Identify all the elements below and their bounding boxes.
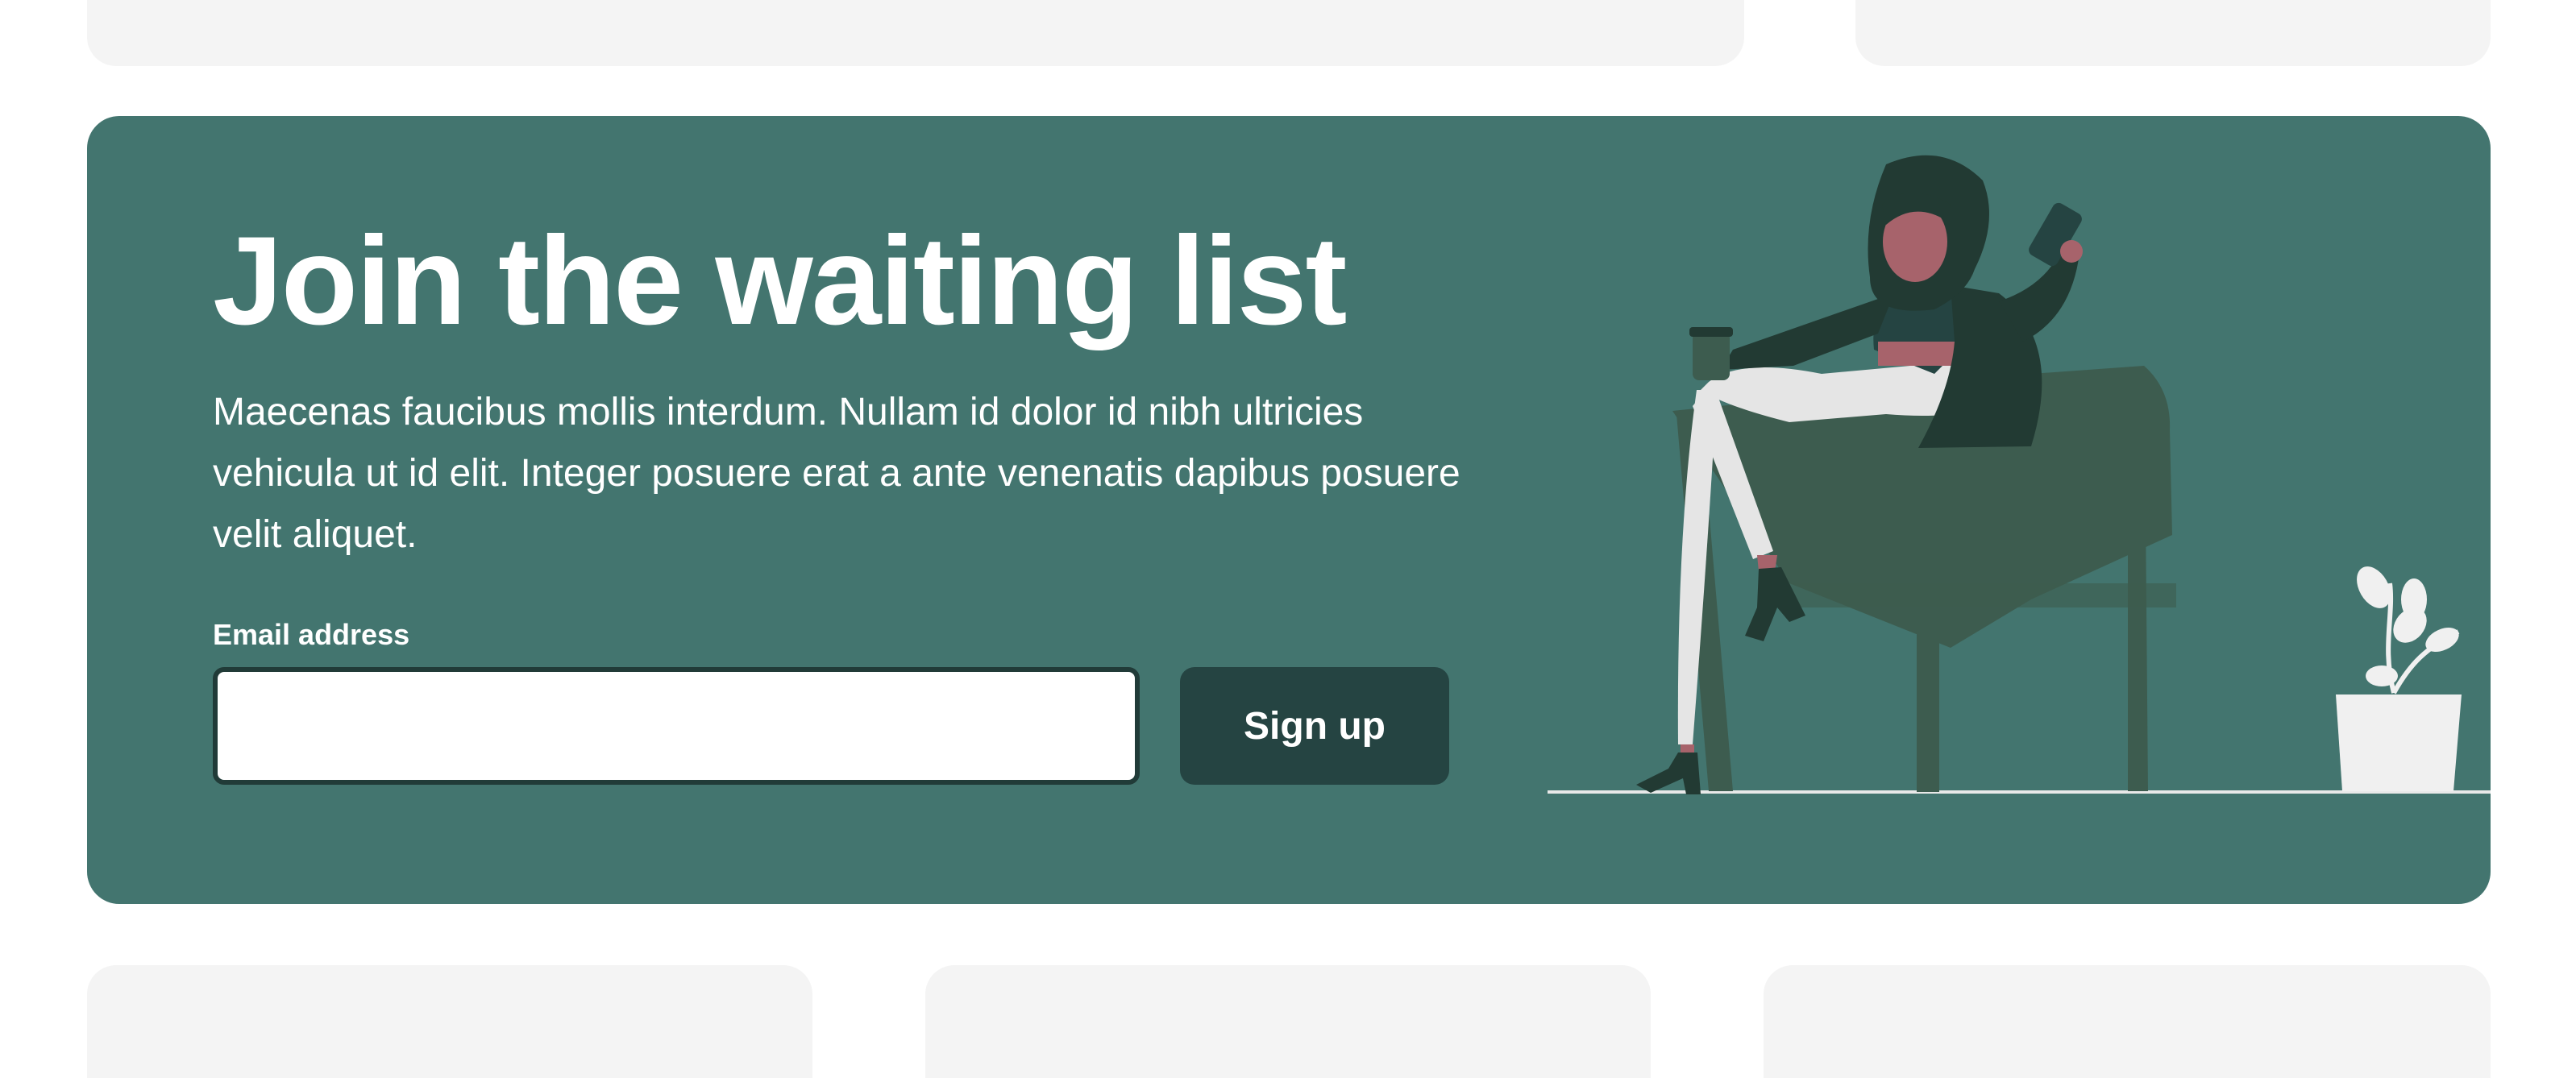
placeholder-card-top-right [1855,0,2491,66]
placeholder-card-bottom-3 [1764,965,2491,1078]
signup-form: Sign up [213,667,1543,785]
waiting-list-banner: Join the waiting list Maecenas faucibus … [87,116,2491,904]
banner-title: Join the waiting list [213,211,1347,351]
banner-content: Join the waiting list Maecenas faucibus … [213,213,1543,785]
email-label: Email address [213,618,410,651]
banner-description: Maecenas faucibus mollis interdum. Nulla… [213,391,1460,556]
signup-button[interactable]: Sign up [1180,667,1449,785]
placeholder-card-top-left [87,0,1744,66]
email-input[interactable] [213,667,1140,785]
woman-on-chair-illustration [1548,155,2491,794]
placeholder-card-bottom-2 [925,965,1651,1078]
placeholder-card-bottom-1 [87,965,812,1078]
